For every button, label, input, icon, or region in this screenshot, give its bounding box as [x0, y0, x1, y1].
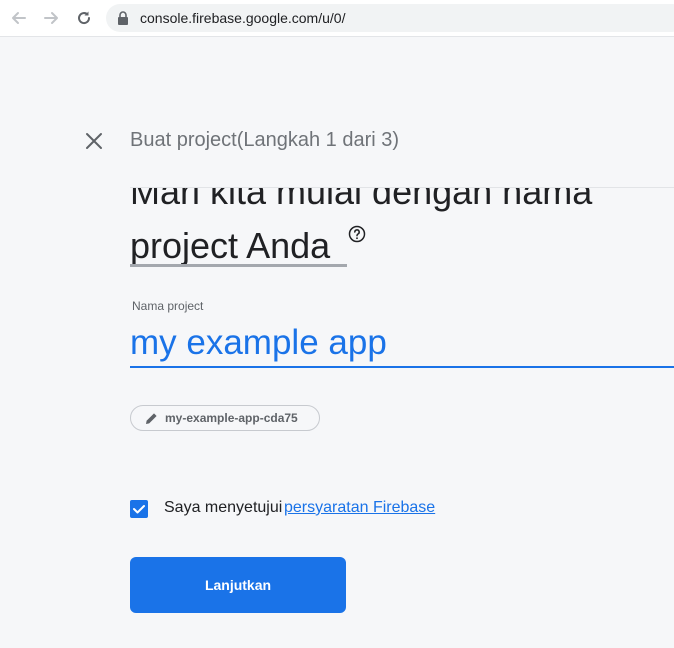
- heading-line-2: project Anda: [130, 225, 331, 266]
- forward-button[interactable]: [40, 7, 62, 29]
- url-text: console.firebase.google.com/u/0/: [140, 10, 346, 26]
- step-title: Buat project(Langkah 1 dari 3): [130, 129, 400, 151]
- pencil-icon: [146, 413, 157, 424]
- heading-area: Mari kita mulai dengan nama project Anda: [130, 188, 674, 273]
- project-id-chip[interactable]: my-example-app-cda75: [130, 405, 320, 431]
- checkmark-icon: [133, 505, 145, 514]
- project-name-input[interactable]: [130, 320, 674, 368]
- terms-link[interactable]: persyaratan Firebase: [284, 499, 435, 517]
- reload-icon: [78, 11, 91, 25]
- browser-toolbar: console.firebase.google.com/u/0/: [0, 0, 674, 37]
- project-id-text: my-example-app-cda75: [165, 411, 298, 425]
- heading-underline: [130, 264, 347, 267]
- create-project-page: Buat project(Langkah 1 dari 3) Mari kita…: [0, 37, 674, 648]
- help-circle-icon[interactable]: [348, 225, 366, 243]
- close-icon[interactable]: [84, 131, 104, 151]
- terms-checkbox[interactable]: [130, 500, 148, 518]
- terms-text: Saya menyetujui: [164, 499, 283, 516]
- arrow-left-icon: [12, 12, 26, 24]
- arrow-right-icon: [44, 12, 58, 24]
- heading-line-1: Mari kita mulai dengan nama: [130, 188, 593, 212]
- address-bar[interactable]: console.firebase.google.com/u/0/: [106, 4, 674, 32]
- back-button[interactable]: [8, 7, 30, 29]
- reload-button[interactable]: [73, 7, 95, 29]
- lock-icon: [118, 11, 128, 25]
- project-name-label: Nama project: [132, 299, 204, 313]
- continue-button[interactable]: Lanjutkan: [130, 557, 346, 613]
